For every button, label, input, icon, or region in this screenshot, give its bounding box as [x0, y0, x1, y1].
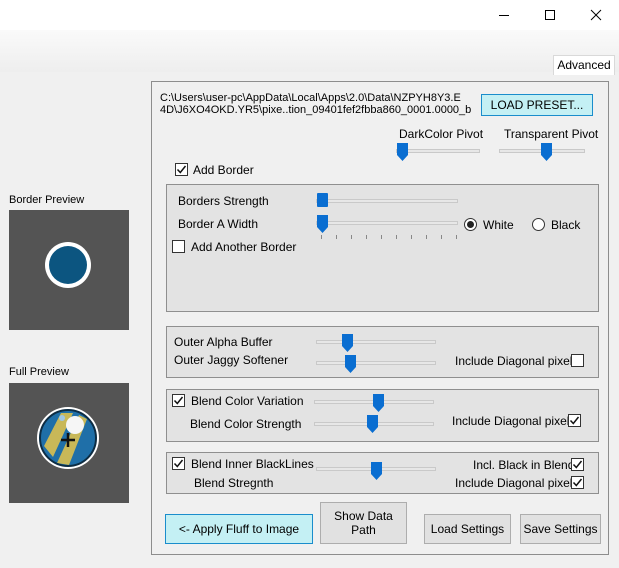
slider-track	[396, 149, 480, 153]
load-preset-button[interactable]: LOAD PRESET...	[481, 94, 593, 116]
slider-thumb[interactable]	[397, 143, 408, 161]
add-border-checkbox[interactable]	[175, 163, 188, 176]
white-radio[interactable]	[464, 218, 477, 231]
data-path-line1: C:\Users\user-pc\AppData\Local\Apps\2.0\…	[160, 92, 461, 104]
close-button[interactable]	[573, 0, 619, 30]
apply-fluff-button[interactable]: <- Apply Fluff to Image	[165, 514, 313, 544]
full-preview-image	[9, 383, 129, 503]
outer-jaggy-label: Outer Jaggy Softener	[174, 353, 289, 367]
slider-thumb[interactable]	[345, 355, 356, 373]
border-preview-image	[9, 210, 129, 330]
add-another-border-label: Add Another Border	[191, 240, 297, 254]
include-diagonal-1-label: Include Diagonal pixels	[455, 354, 579, 368]
border-preview-label: Border Preview	[9, 194, 85, 206]
blend-color-strength-label: Blend Color Strength	[190, 417, 302, 431]
title-bar	[0, 0, 619, 30]
black-radio[interactable]	[532, 218, 545, 231]
slider-thumb[interactable]	[367, 415, 378, 433]
radio-dot	[467, 221, 474, 228]
close-icon	[590, 9, 602, 21]
slider-track	[316, 340, 436, 344]
outer-alpha-label: Outer Alpha Buffer	[174, 335, 273, 349]
check-icon	[173, 459, 184, 468]
include-diagonal-1-checkbox[interactable]	[571, 354, 584, 367]
full-preview-label: Full Preview	[9, 366, 69, 378]
minimize-button[interactable]	[481, 0, 527, 30]
incl-black-checkbox[interactable]	[571, 458, 584, 471]
black-label: Black	[551, 218, 581, 232]
slider-track	[316, 199, 458, 203]
slider-track	[316, 221, 458, 225]
check-icon	[572, 478, 583, 487]
check-icon	[176, 165, 187, 174]
slider-thumb[interactable]	[317, 215, 328, 233]
maximize-icon	[545, 10, 555, 20]
outer-jaggy-slider[interactable]	[316, 354, 436, 374]
blend-color-strength-slider[interactable]	[314, 414, 434, 436]
outer-alpha-slider[interactable]	[316, 333, 436, 353]
blend-strength-slider[interactable]	[316, 460, 436, 482]
blend-inner-label: Blend Inner BlackLines	[191, 457, 314, 471]
border-a-width-slider[interactable]	[316, 213, 458, 241]
slider-thumb[interactable]	[317, 193, 328, 211]
blend-inner-checkbox[interactable]	[172, 457, 185, 470]
transparent-pivot-slider[interactable]	[499, 142, 585, 164]
include-diagonal-2-checkbox[interactable]	[568, 414, 581, 427]
border-a-width-label: Border A Width	[178, 217, 259, 231]
check-icon	[569, 416, 580, 425]
tab-advanced[interactable]: Advanced	[553, 55, 615, 75]
maximize-button[interactable]	[527, 0, 573, 30]
blend-strength-label: Blend Stregnth	[194, 476, 274, 490]
data-path-line2: 4D\J6XO4OKD.YR5\pixe..tion_09401fef2fbba…	[160, 104, 472, 116]
slider-thumb[interactable]	[373, 394, 384, 412]
include-diagonal-3-checkbox[interactable]	[571, 476, 584, 489]
transparent-pivot-label: Transparent Pivot	[504, 127, 599, 141]
full-preview-ball	[37, 407, 99, 469]
slider-thumb[interactable]	[541, 143, 552, 161]
slider-track	[316, 361, 436, 365]
show-data-path-button[interactable]: Show Data Path	[320, 502, 407, 544]
include-diagonal-2-label: Include Diagonal pixels	[452, 414, 576, 428]
borders-strength-slider[interactable]	[316, 191, 458, 213]
save-settings-button[interactable]: Save Settings	[520, 514, 601, 544]
slider-ticks	[321, 235, 457, 239]
dark-pivot-label: DarkColor Pivot	[399, 127, 484, 141]
slider-thumb[interactable]	[342, 334, 353, 352]
borders-strength-label: Borders Strength	[178, 194, 269, 208]
blend-color-variation-slider[interactable]	[314, 393, 434, 413]
border-preview-circle	[45, 242, 91, 288]
dark-pivot-slider[interactable]	[396, 142, 480, 164]
load-settings-button[interactable]: Load Settings	[424, 514, 511, 544]
minimize-icon	[499, 15, 509, 16]
include-diagonal-3-label: Include Diagonal pixels	[455, 476, 579, 490]
slider-thumb[interactable]	[371, 462, 382, 480]
add-another-border-checkbox[interactable]	[172, 240, 185, 253]
incl-black-label: Incl. Black in Blend	[473, 458, 575, 472]
add-border-label: Add Border	[193, 163, 254, 177]
white-label: White	[483, 218, 514, 232]
check-icon	[173, 396, 184, 405]
blend-color-variation-checkbox[interactable]	[172, 394, 185, 407]
check-icon	[572, 460, 583, 469]
blend-color-variation-label: Blend Color Variation	[191, 394, 304, 408]
toolbar-strip	[0, 30, 619, 72]
